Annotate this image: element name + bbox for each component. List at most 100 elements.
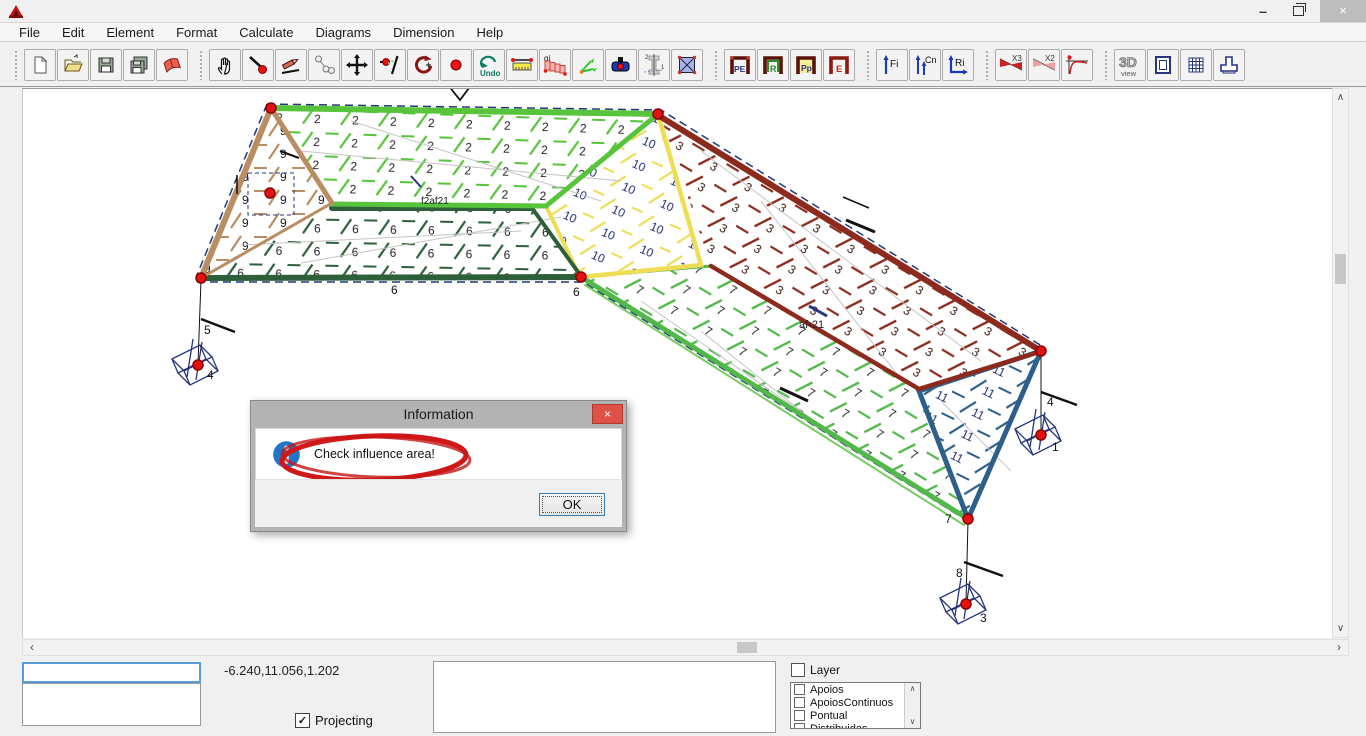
command-input[interactable] xyxy=(22,662,201,683)
horizontal-scrollbar[interactable]: ‹ › xyxy=(22,639,1349,656)
svg-text:1: 1 xyxy=(661,65,665,71)
menu-help[interactable]: Help xyxy=(465,25,514,40)
menu-edit[interactable]: Edit xyxy=(51,25,95,40)
layer-item-checkbox[interactable] xyxy=(794,697,805,708)
layer-list-scrollbar[interactable]: ∧ ∨ xyxy=(904,683,920,728)
close-button[interactable]: × xyxy=(1320,0,1366,22)
restore-button[interactable] xyxy=(1284,0,1314,22)
measure-button[interactable] xyxy=(506,49,538,81)
svg-text:f2af21: f2af21 xyxy=(421,196,449,207)
node-on-element-icon xyxy=(379,54,401,76)
menu-element[interactable]: Element xyxy=(95,25,165,40)
rotate-icon xyxy=(412,54,434,76)
layer-option[interactable]: Layer xyxy=(791,663,840,677)
diagram-x2-button[interactable]: X2 xyxy=(1028,49,1060,81)
section-properties-button[interactable]: 21 xyxy=(638,49,670,81)
scroll-right-arrow[interactable]: › xyxy=(1331,640,1347,655)
save-all-icon xyxy=(128,54,150,76)
dialog-body: Check influence area! xyxy=(255,428,622,480)
scroll-down-arrow[interactable]: ∨ xyxy=(1333,621,1348,636)
layer-item[interactable]: ApoiosContinuos xyxy=(791,696,920,709)
toolbar-grip xyxy=(714,50,719,80)
reaction-ri-button[interactable]: Ri xyxy=(942,49,974,81)
svg-text:1: 1 xyxy=(1052,440,1059,454)
menu-file[interactable]: File xyxy=(8,25,51,40)
svg-text:4: 4 xyxy=(207,368,214,382)
layer-item[interactable]: Pontual xyxy=(791,709,920,722)
frame-r-button[interactable]: R xyxy=(757,49,789,81)
projecting-option[interactable]: ✓ Projecting xyxy=(295,713,373,728)
layer-item-checkbox[interactable] xyxy=(794,723,805,729)
layer-checkbox[interactable] xyxy=(791,663,805,677)
dialog-close-button[interactable]: × xyxy=(592,404,623,424)
status-bar: -6.240,11.056,1.202 ✓ Projecting Layer A… xyxy=(0,656,1366,736)
rotate-button[interactable] xyxy=(407,49,439,81)
scroll-left-arrow[interactable]: ‹ xyxy=(24,640,40,655)
3d-view-button[interactable]: 3Dview xyxy=(1114,49,1146,81)
edit-element-button[interactable] xyxy=(275,49,307,81)
frame-pe-button[interactable]: PE xyxy=(724,49,756,81)
open-file-button[interactable] xyxy=(57,49,89,81)
draw-element-button[interactable] xyxy=(242,49,274,81)
grid-icon xyxy=(1185,54,1207,76)
svg-text:X2: X2 xyxy=(1045,54,1055,63)
layer-scroll-down-icon[interactable]: ∨ xyxy=(905,716,920,728)
save-all-button[interactable] xyxy=(123,49,155,81)
frame-pp-button[interactable]: Pp xyxy=(790,49,822,81)
release-button[interactable] xyxy=(605,49,637,81)
section-view-button[interactable] xyxy=(1147,49,1179,81)
svg-text:5: 5 xyxy=(204,323,211,337)
node-on-element-button[interactable] xyxy=(374,49,406,81)
new-file-button[interactable] xyxy=(24,49,56,81)
toolbar-grip xyxy=(199,50,204,80)
frame-e-button[interactable]: E xyxy=(823,49,855,81)
horizontal-scroll-thumb[interactable] xyxy=(737,642,757,653)
library-button[interactable] xyxy=(156,49,188,81)
node-button[interactable] xyxy=(440,49,472,81)
coordinates-readout: -6.240,11.056,1.202 xyxy=(224,663,339,678)
node-chain-button[interactable] xyxy=(308,49,340,81)
layer-item-checkbox[interactable] xyxy=(794,684,805,695)
svg-text:Undo: Undo xyxy=(480,69,501,78)
undo-button[interactable]: Undo xyxy=(473,49,505,81)
menu-dimension[interactable]: Dimension xyxy=(382,25,465,40)
svg-text:7: 7 xyxy=(945,512,952,526)
menu-format[interactable]: Format xyxy=(165,25,228,40)
pin-icon xyxy=(609,54,633,76)
save-button[interactable] xyxy=(90,49,122,81)
distributed-load-button[interactable]: qi xyxy=(539,49,571,81)
frame-r-icon: R xyxy=(761,53,785,77)
projecting-checkbox[interactable]: ✓ xyxy=(295,713,310,728)
reaction-ri-icon: Ri xyxy=(946,53,970,77)
load-icon: qi xyxy=(542,53,568,77)
vertical-scroll-thumb[interactable] xyxy=(1335,254,1346,284)
menu-diagrams[interactable]: Diagrams xyxy=(304,25,382,40)
message-box xyxy=(22,683,201,726)
hand-icon xyxy=(214,54,236,76)
diagram-curve-button[interactable] xyxy=(1061,49,1093,81)
layer-list[interactable]: Apoios ApoiosContinuos Pontual Distribui… xyxy=(790,682,921,729)
vertical-scrollbar[interactable]: ∧ ∨ xyxy=(1332,88,1349,638)
force-cn-button[interactable]: Cn xyxy=(909,49,941,81)
layer-scroll-up-icon[interactable]: ∧ xyxy=(905,683,920,695)
restore-icon xyxy=(1293,6,1304,16)
drawing-canvas[interactable]: 2 9 6 10 3 7 11 xyxy=(22,88,1333,638)
profile-button[interactable] xyxy=(1213,49,1245,81)
layer-item[interactable]: Distribuidas xyxy=(791,722,920,729)
layer-item[interactable]: Apoios xyxy=(791,683,920,696)
minimize-button[interactable]: – xyxy=(1248,0,1278,22)
grid-button[interactable] xyxy=(1180,49,1212,81)
3d-view-icon: 3Dview xyxy=(1117,52,1143,78)
menu-calculate[interactable]: Calculate xyxy=(228,25,304,40)
move-button[interactable] xyxy=(341,49,373,81)
local-axes-button[interactable] xyxy=(572,49,604,81)
scroll-up-arrow[interactable]: ∧ xyxy=(1333,90,1348,105)
force-fi-button[interactable]: Fi xyxy=(876,49,908,81)
structure-canvas[interactable]: 2 9 6 10 3 7 11 xyxy=(23,89,1333,638)
diagram-x3-button[interactable]: X3 xyxy=(995,49,1027,81)
layer-item-checkbox[interactable] xyxy=(794,710,805,721)
shell-element-button[interactable] xyxy=(671,49,703,81)
ok-button[interactable]: OK xyxy=(539,493,605,516)
frame-e-icon: E xyxy=(827,53,851,77)
pan-button[interactable] xyxy=(209,49,241,81)
